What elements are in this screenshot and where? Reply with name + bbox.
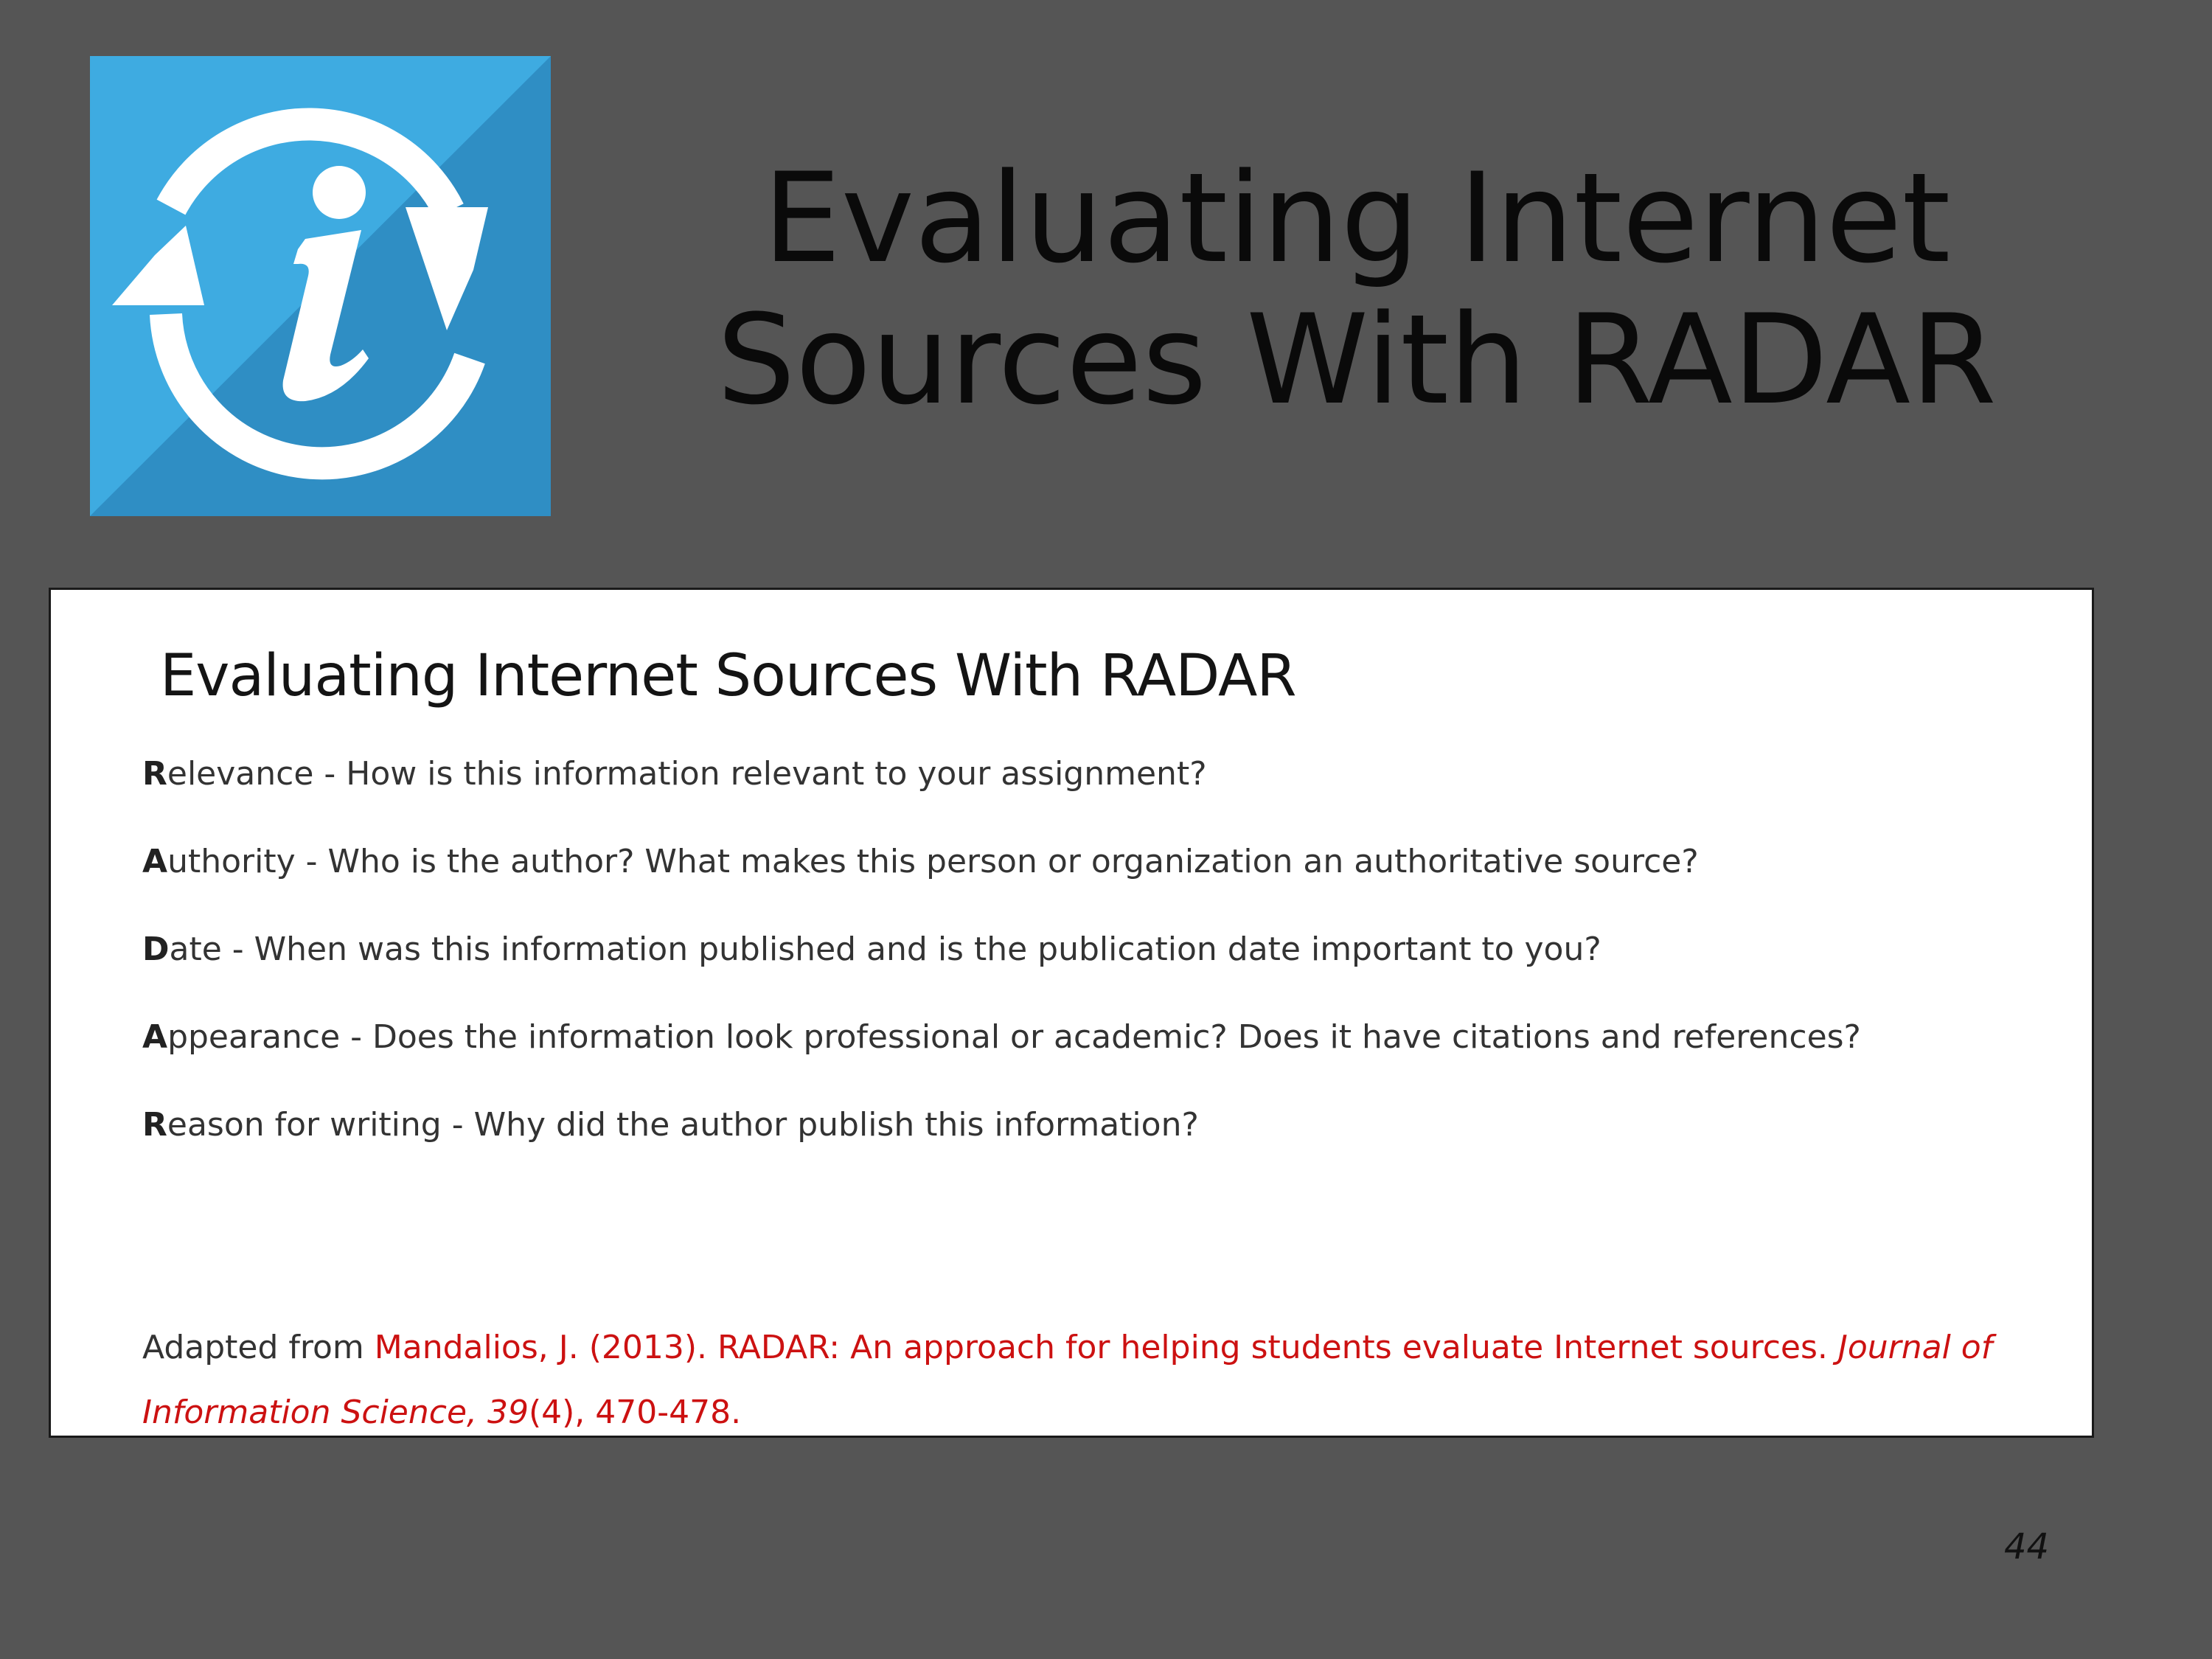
criterion-initial: R <box>142 755 167 793</box>
criterion-initial: R <box>142 1106 167 1144</box>
criterion-text: eason for writing - Why did the author p… <box>167 1106 1199 1144</box>
criterion-text: uthority - Who is the author? What makes… <box>167 843 1699 880</box>
citation-issue-pages[interactable]: (4), 470-478. <box>529 1394 741 1431</box>
slide-title-line-2: Sources With RADAR <box>717 288 1997 432</box>
criterion-initial: D <box>142 931 170 968</box>
panel-title: Evaluating Internet Sources With RADAR <box>160 643 1297 709</box>
criterion-text: ppearance - Does the information look pr… <box>167 1018 1861 1056</box>
page-number: 44 <box>2004 1526 2050 1568</box>
criterion-initial: A <box>142 1018 168 1056</box>
citation-reference-link[interactable]: Mandalios, J. (2013). RADAR: An approach… <box>375 1329 1838 1366</box>
citation-lead: Adapted from <box>142 1329 375 1366</box>
criterion-date: Date - When was this information publish… <box>142 931 1861 1019</box>
criterion-text: ate - When was this information publishe… <box>169 931 1601 968</box>
criterion-text: elevance - How is this information relev… <box>167 755 1207 793</box>
info-cycle-logo <box>90 56 551 516</box>
criterion-authority: Authority - Who is the author? What make… <box>142 844 1861 931</box>
criterion-initial: A <box>142 843 168 880</box>
criterion-relevance: Relevance - How is this information rele… <box>142 756 1861 844</box>
info-cycle-icon <box>90 56 551 516</box>
radar-screenshot-panel: Evaluating Internet Sources With RADAR R… <box>49 588 2094 1438</box>
criterion-reason: Reason for writing - Why did the author … <box>142 1107 1861 1194</box>
criterion-appearance: Appearance - Does the information look p… <box>142 1019 1861 1107</box>
slide-title-line-1: Evaluating Internet <box>762 146 1951 291</box>
slide-title: Evaluating Internet Sources With RADAR <box>634 147 2079 431</box>
radar-criteria-list: Relevance - How is this information rele… <box>142 756 1861 1194</box>
citation: Adapted from Mandalios, J. (2013). RADAR… <box>142 1315 2081 1445</box>
